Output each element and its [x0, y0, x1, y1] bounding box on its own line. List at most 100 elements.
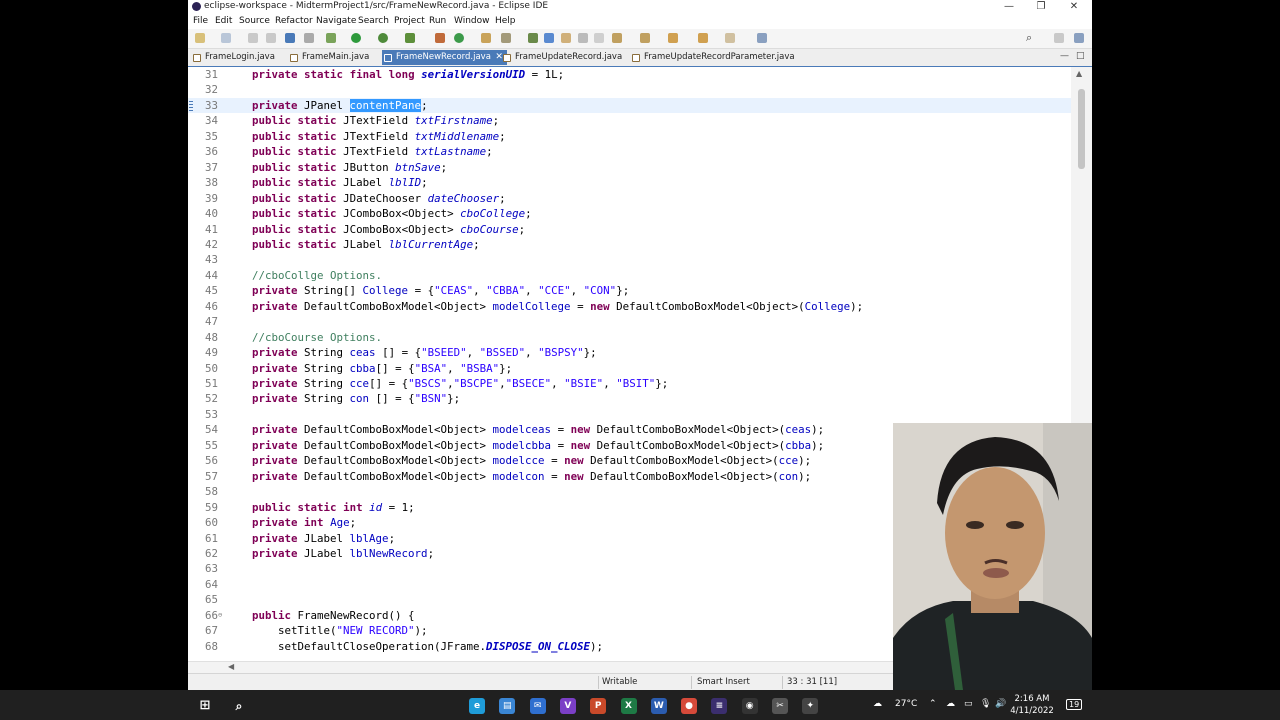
code-text[interactable]: public static int id = 1;: [226, 500, 415, 515]
code-text[interactable]: public static JLabel lblCurrentAge;: [226, 237, 480, 252]
code-text[interactable]: public static JTextField txtLastname;: [226, 144, 493, 159]
minimize-view-icon[interactable]: —: [1060, 51, 1069, 61]
maximize-button[interactable]: ❐: [1026, 0, 1056, 14]
code-text[interactable]: private String con [] = {"BSN"};: [226, 391, 460, 406]
show-hidden-icons-icon[interactable]: ⌃: [929, 699, 937, 709]
eclipse-icon[interactable]: ≡: [711, 698, 728, 714]
maximize-view-icon[interactable]: □: [1076, 51, 1085, 61]
code-line[interactable]: 43: [188, 252, 1071, 267]
tab-frameupdaterecord[interactable]: FrameUpdateRecord.java: [501, 50, 622, 65]
back-icon[interactable]: [698, 33, 708, 43]
code-text[interactable]: public static JDateChooser dateChooser;: [226, 191, 506, 206]
open-perspective-icon[interactable]: [1054, 33, 1064, 43]
code-text[interactable]: private DefaultComboBoxModel<Object> mod…: [226, 453, 811, 468]
excel-icon[interactable]: X: [620, 698, 637, 714]
scroll-up-icon[interactable]: ▲: [1076, 69, 1082, 78]
code-text[interactable]: private String ceas [] = {"BSEED", "BSSE…: [226, 345, 597, 360]
new-java-project-icon[interactable]: [435, 33, 445, 43]
chrome-icon[interactable]: ●: [681, 698, 698, 714]
code-text[interactable]: public static JTextField txtMiddlename;: [226, 129, 506, 144]
store-icon[interactable]: ▤: [499, 698, 516, 714]
new-class-icon[interactable]: [454, 33, 464, 43]
visual-studio-icon[interactable]: V: [559, 698, 576, 714]
external-tools-icon[interactable]: [405, 33, 415, 43]
code-text[interactable]: private static final long serialVersionU…: [226, 67, 564, 82]
word-wrap-icon[interactable]: [578, 33, 588, 43]
status-insert-mode[interactable]: Smart Insert: [697, 677, 750, 687]
menu-edit[interactable]: Edit: [215, 16, 232, 26]
save-icon[interactable]: [248, 33, 258, 43]
menu-file[interactable]: File: [193, 16, 208, 26]
menu-navigate[interactable]: Navigate: [316, 16, 356, 26]
tab-framemain[interactable]: FrameMain.java: [288, 50, 369, 65]
code-line[interactable]: 34 public static JTextField txtFirstname…: [188, 113, 1071, 128]
code-line[interactable]: 40 public static JComboBox<Object> cboCo…: [188, 206, 1071, 221]
notification-badge[interactable]: 19: [1066, 699, 1083, 710]
forward-icon[interactable]: [725, 33, 735, 43]
last-edit-icon[interactable]: [668, 33, 678, 43]
menu-search[interactable]: Search: [358, 16, 389, 26]
code-line[interactable]: 44 //cboCollge Options.: [188, 268, 1071, 283]
code-text[interactable]: setTitle("NEW RECORD");: [226, 623, 428, 638]
terminal-icon[interactable]: [285, 33, 295, 43]
code-line[interactable]: 36 public static JTextField txtLastname;: [188, 144, 1071, 159]
network-icon[interactable]: ▭: [964, 699, 973, 709]
run-icon[interactable]: [351, 33, 361, 43]
code-line[interactable]: 41 public static JComboBox<Object> cboCo…: [188, 222, 1071, 237]
code-line[interactable]: 46 private DefaultComboBoxModel<Object> …: [188, 299, 1071, 314]
powerpoint-icon[interactable]: P: [590, 698, 607, 714]
fold-toggle-icon[interactable]: ⊖: [218, 608, 222, 623]
code-text[interactable]: public FrameNewRecord() {: [226, 608, 415, 623]
code-line[interactable]: 50 private String cbba[] = {"BSA", "BSBA…: [188, 361, 1071, 376]
code-text[interactable]: private String[] College = {"CEAS", "CBB…: [226, 283, 629, 298]
code-text[interactable]: public static JButton btnSave;: [226, 160, 447, 175]
menu-refactor[interactable]: Refactor: [275, 16, 313, 26]
coverage-icon[interactable]: [378, 33, 388, 43]
menu-run[interactable]: Run: [429, 16, 446, 26]
next-annotation-icon[interactable]: [612, 33, 622, 43]
code-line[interactable]: 49 private String ceas [] = {"BSEED", "B…: [188, 345, 1071, 360]
search-taskbar-icon[interactable]: ⌕: [231, 698, 247, 714]
code-line[interactable]: 52 private String con [] = {"BSN"};: [188, 391, 1071, 406]
code-line[interactable]: 51 private String cce[] = {"BSCS","BSCPE…: [188, 376, 1071, 391]
open-icon[interactable]: [221, 33, 231, 43]
word-icon[interactable]: W: [650, 698, 667, 714]
skip-breakpoints-icon[interactable]: [304, 33, 314, 43]
code-text[interactable]: private JLabel lblAge;: [226, 531, 395, 546]
new-icon[interactable]: [195, 33, 205, 43]
code-line[interactable]: 38 public static JLabel lblID;: [188, 175, 1071, 190]
close-button[interactable]: ✕: [1059, 0, 1089, 14]
obs-icon[interactable]: ◉: [741, 698, 758, 714]
menu-project[interactable]: Project: [394, 16, 425, 26]
search-icon[interactable]: ⌕: [1026, 32, 1036, 43]
tab-framelogin[interactable]: FrameLogin.java: [191, 50, 275, 65]
toggle-block-selection-icon[interactable]: [544, 33, 554, 43]
code-text[interactable]: public static JLabel lblID;: [226, 175, 428, 190]
prev-annotation-icon[interactable]: [640, 33, 650, 43]
code-line[interactable]: 37 public static JButton btnSave;: [188, 160, 1071, 175]
code-text[interactable]: public static JComboBox<Object> cboColle…: [226, 206, 532, 221]
debug-icon[interactable]: [326, 33, 336, 43]
show-whitespace-icon[interactable]: [561, 33, 571, 43]
weather-icon[interactable]: ☁: [873, 699, 882, 709]
code-text[interactable]: private DefaultComboBoxModel<Object> mod…: [226, 469, 811, 484]
menu-source[interactable]: Source: [239, 16, 270, 26]
tab-framenewrecord[interactable]: FrameNewRecord.java ✕: [382, 50, 507, 65]
code-line[interactable]: 39 public static JDateChooser dateChoose…: [188, 191, 1071, 206]
pin-editor-icon[interactable]: [757, 33, 767, 43]
onedrive-icon[interactable]: ☁: [946, 699, 955, 709]
code-text[interactable]: private int Age;: [226, 515, 356, 530]
menu-help[interactable]: Help: [495, 16, 516, 26]
code-text[interactable]: private String cbba[] = {"BSA", "BSBA"};: [226, 361, 512, 376]
code-line[interactable]: 42 public static JLabel lblCurrentAge;: [188, 237, 1071, 252]
java-perspective-icon[interactable]: [1074, 33, 1084, 43]
snipping-icon[interactable]: ✂: [772, 698, 788, 714]
code-text[interactable]: setDefaultCloseOperation(JFrame.DISPOSE_…: [226, 639, 603, 654]
scrollbar-thumb[interactable]: [1078, 89, 1085, 169]
code-text[interactable]: public static JComboBox<Object> cboCours…: [226, 222, 525, 237]
code-text[interactable]: private JLabel lblNewRecord;: [226, 546, 434, 561]
code-line[interactable]: 47: [188, 314, 1071, 329]
taskbar-clock[interactable]: 2:16 AM 4/11/2022: [1005, 693, 1059, 717]
pilcrow-icon[interactable]: [594, 33, 604, 43]
code-text[interactable]: private DefaultComboBoxModel<Object> mod…: [226, 299, 863, 314]
